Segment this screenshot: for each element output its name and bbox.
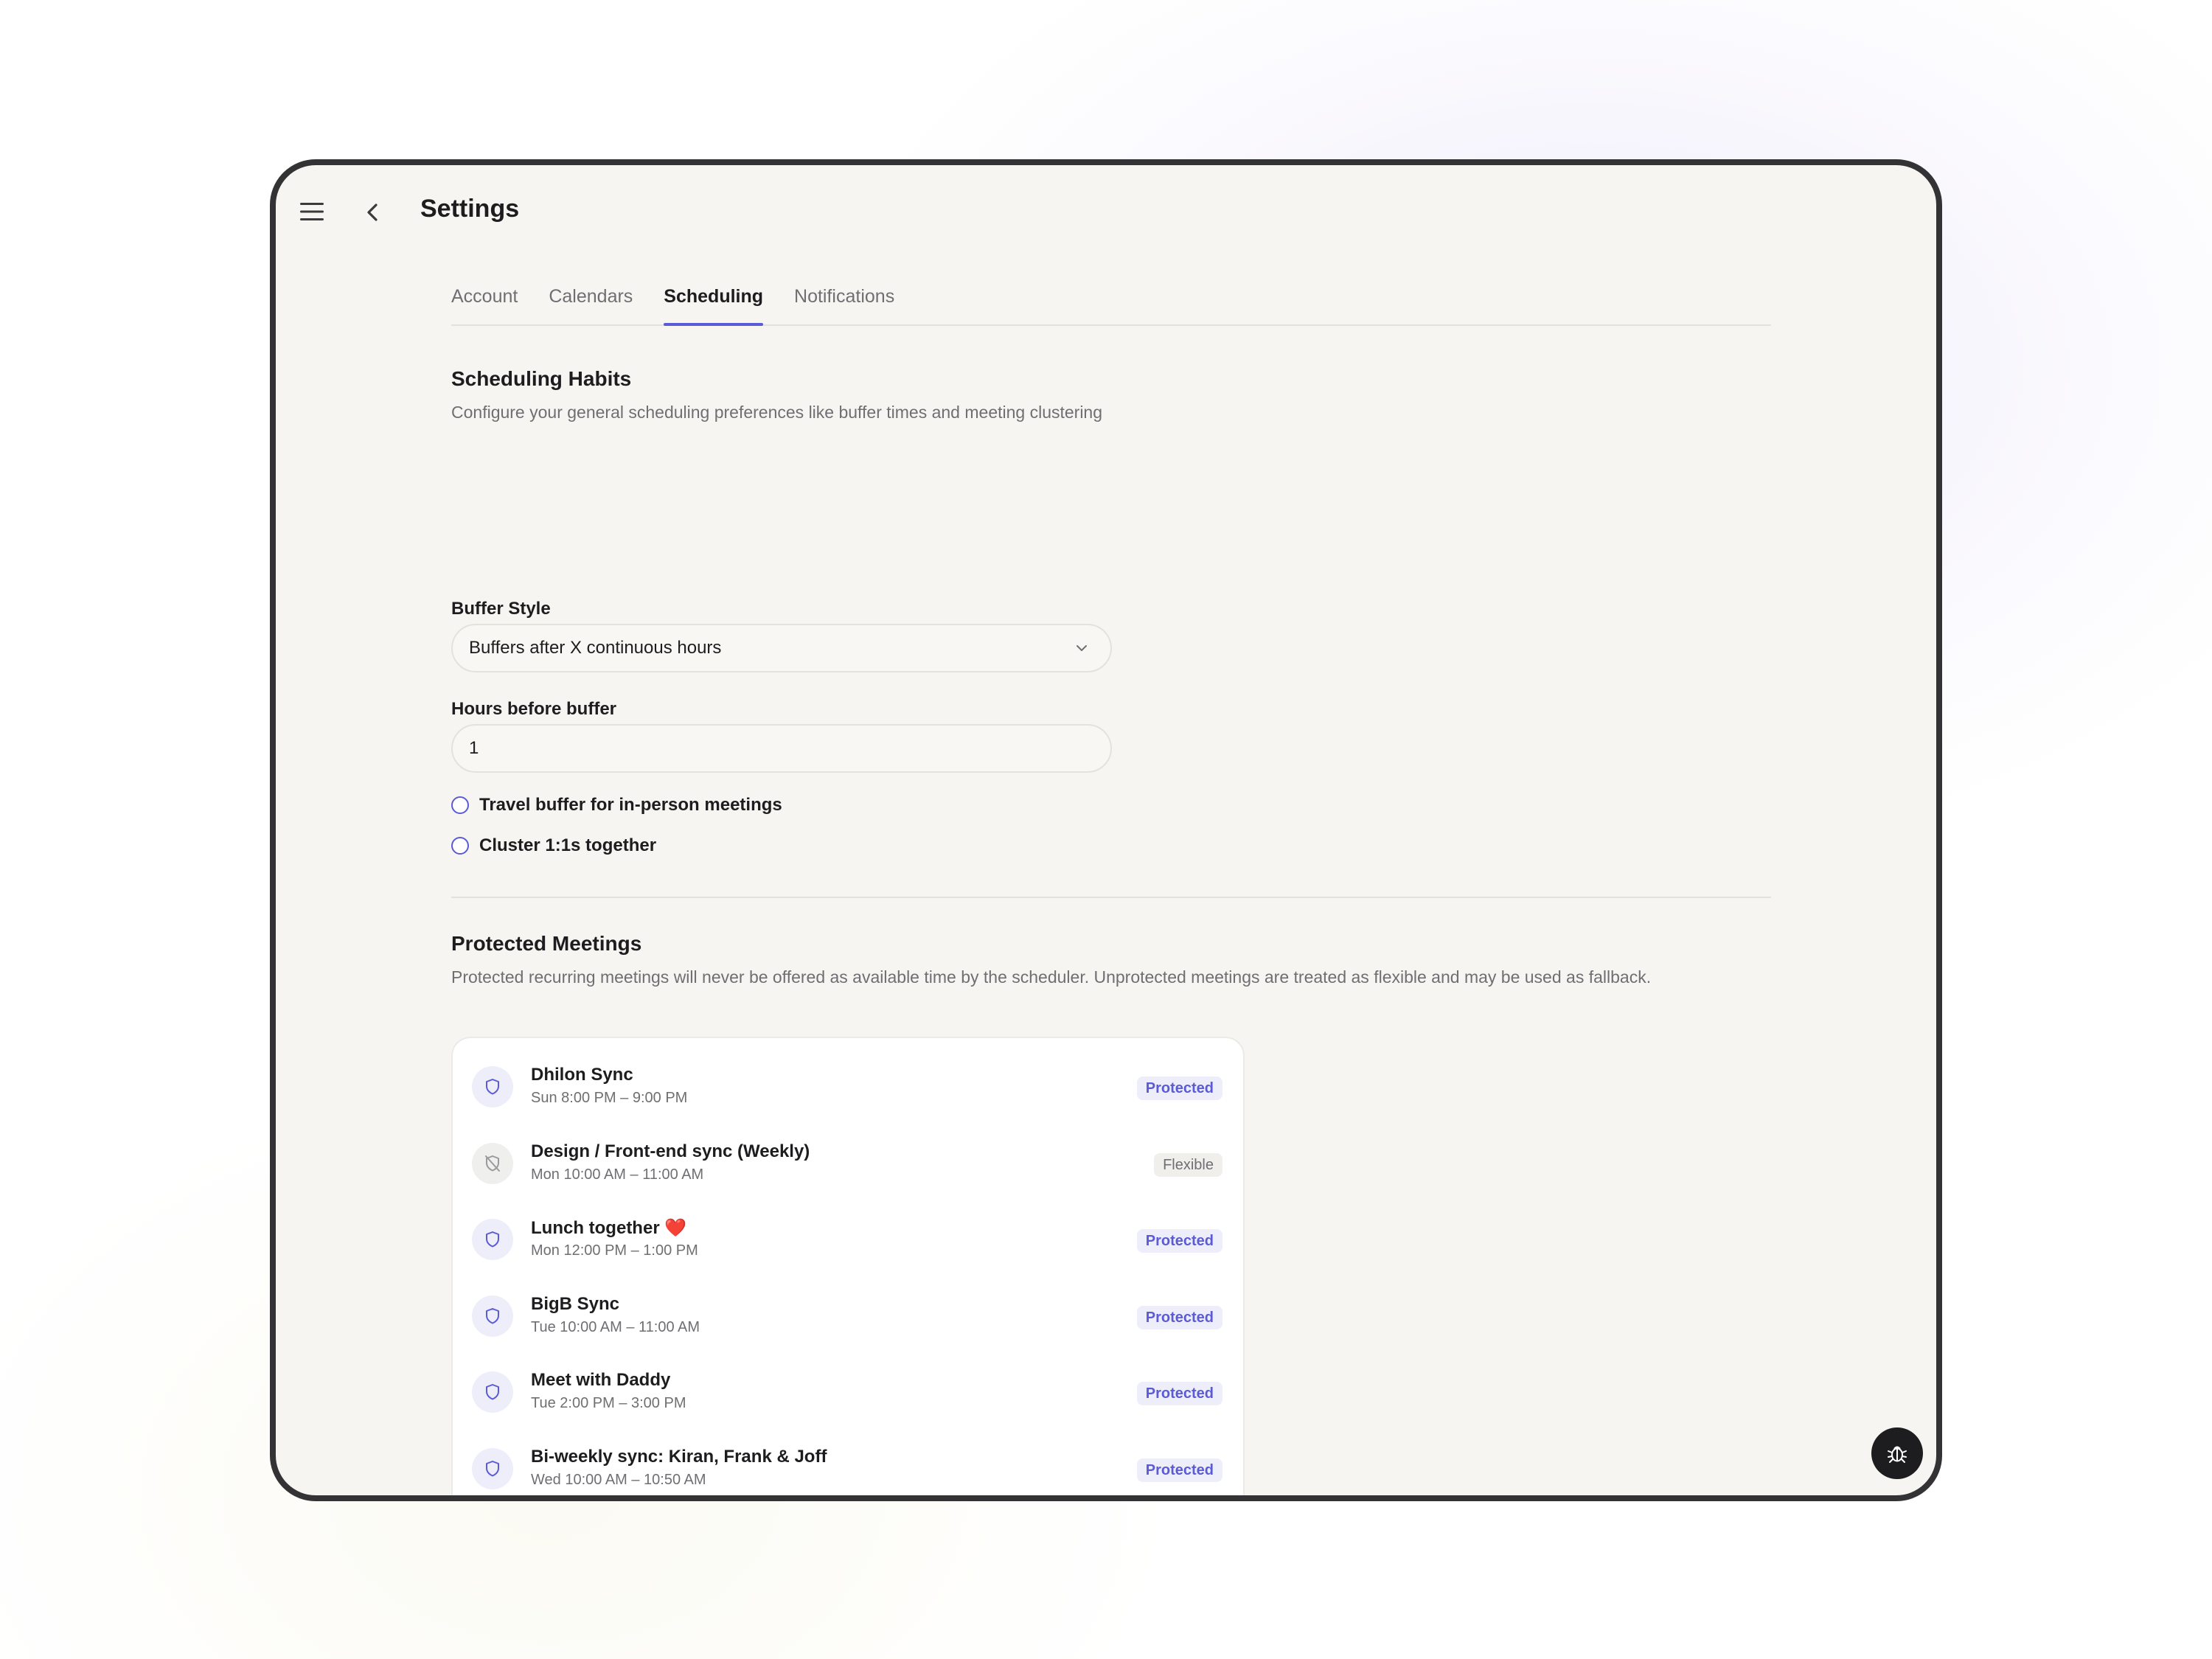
meeting-name: Lunch together ❤️ — [531, 1218, 687, 1238]
chevron-down-icon — [1077, 645, 1087, 651]
settings-content: Account Calendars Scheduling Notificatio… — [451, 276, 1771, 1495]
scheduling-habits-title: Scheduling Habits — [451, 367, 632, 390]
tab-scheduling[interactable]: Scheduling — [664, 276, 763, 326]
status-badge[interactable]: Flexible — [1154, 1152, 1222, 1177]
protected-meetings-description: Protected recurring meetings will never … — [451, 967, 1652, 987]
travel-buffer-radio[interactable] — [451, 796, 469, 814]
cluster-1on1s-label: Cluster 1:1s together — [479, 835, 657, 855]
tab-account[interactable]: Account — [451, 276, 518, 323]
tab-notifications[interactable]: Notifications — [794, 276, 894, 323]
shield-off-icon — [472, 1142, 513, 1184]
meeting-time: Mon 12:00 PM – 1:00 PM — [531, 1242, 698, 1259]
protected-meetings-list: Dhilon Sync Sun 8:00 PM – 9:00 PM Protecte… — [451, 1037, 1245, 1496]
meeting-name: Meet with Daddy — [531, 1370, 671, 1390]
shield-icon — [472, 1447, 513, 1489]
bug-icon — [1888, 1446, 1907, 1463]
meeting-row[interactable]: BigB Sync Tue 10:00 AM – 11:00 AM Protecte… — [453, 1279, 1243, 1356]
buffer-style-value: Buffers after X continuous hours — [469, 638, 722, 658]
travel-buffer-option[interactable]: Travel buffer for in-person meetings — [451, 795, 782, 815]
meeting-row[interactable]: Meet with Daddy Tue 2:00 PM – 3:00 PM Prot… — [453, 1355, 1243, 1432]
hamburger-icon[interactable] — [298, 199, 327, 224]
hours-before-buffer-input[interactable]: 1 — [451, 724, 1112, 773]
status-badge[interactable]: Protected — [1136, 1458, 1222, 1482]
chevron-left-icon[interactable] — [360, 198, 386, 227]
shield-icon — [472, 1219, 513, 1260]
shield-icon — [472, 1066, 513, 1107]
top-bar: Settings — [276, 165, 1936, 254]
status-badge[interactable]: Protected — [1136, 1382, 1222, 1405]
tab-bar: Account Calendars Scheduling Notificatio… — [451, 276, 1771, 326]
device-frame: Settings Account Calendars Scheduling No… — [270, 159, 1942, 1501]
meeting-name: BigB Sync — [531, 1293, 620, 1314]
meeting-time: Tue 10:00 AM – 11:00 AM — [531, 1318, 700, 1335]
meeting-row[interactable]: Dhilon Sync Sun 8:00 PM – 9:00 PM Protecte… — [453, 1050, 1243, 1127]
tab-calendars[interactable]: Calendars — [549, 276, 633, 323]
hours-before-buffer-label: Hours before buffer — [451, 699, 617, 719]
cluster-1on1s-option[interactable]: Cluster 1:1s together — [451, 835, 656, 856]
status-badge[interactable]: Protected — [1136, 1077, 1222, 1100]
meeting-row[interactable]: Lunch together ❤️ Mon 12:00 PM – 1:00 PM P… — [453, 1203, 1243, 1279]
shield-icon — [472, 1371, 513, 1413]
scheduling-habits-description: Configure your general scheduling prefer… — [451, 403, 1103, 422]
cluster-1on1s-radio[interactable] — [451, 837, 469, 855]
meeting-name: Design / Front-end sync (Weekly) — [531, 1141, 810, 1161]
buffer-style-select[interactable]: Buffers after X continuous hours — [451, 624, 1112, 672]
buffer-style-label: Buffer Style — [451, 599, 551, 619]
section-divider — [451, 897, 1771, 898]
shield-icon — [472, 1295, 513, 1337]
meeting-row[interactable]: Bi-weekly sync: Kiran, Frank & Joff Wed 1… — [453, 1432, 1243, 1496]
meeting-name: Bi-weekly sync: Kiran, Frank & Joff — [531, 1446, 827, 1467]
page-title: Settings — [420, 195, 520, 223]
status-badge[interactable]: Protected — [1136, 1229, 1222, 1253]
debug-button[interactable] — [1871, 1427, 1923, 1479]
meeting-time: Tue 2:00 PM – 3:00 PM — [531, 1395, 686, 1411]
meeting-name: Dhilon Sync — [531, 1065, 633, 1085]
meeting-time: Sun 8:00 PM – 9:00 PM — [531, 1090, 688, 1106]
hours-before-buffer-value: 1 — [469, 738, 479, 758]
meeting-time: Wed 10:00 AM – 10:50 AM — [531, 1471, 706, 1488]
protected-meetings-title: Protected Meetings — [451, 932, 642, 955]
status-badge[interactable]: Protected — [1136, 1305, 1222, 1329]
meeting-row[interactable]: Design / Front-end sync (Weekly) Mon 10:0… — [453, 1127, 1243, 1203]
meeting-time: Mon 10:00 AM – 11:00 AM — [531, 1166, 704, 1183]
travel-buffer-label: Travel buffer for in-person meetings — [479, 795, 782, 815]
